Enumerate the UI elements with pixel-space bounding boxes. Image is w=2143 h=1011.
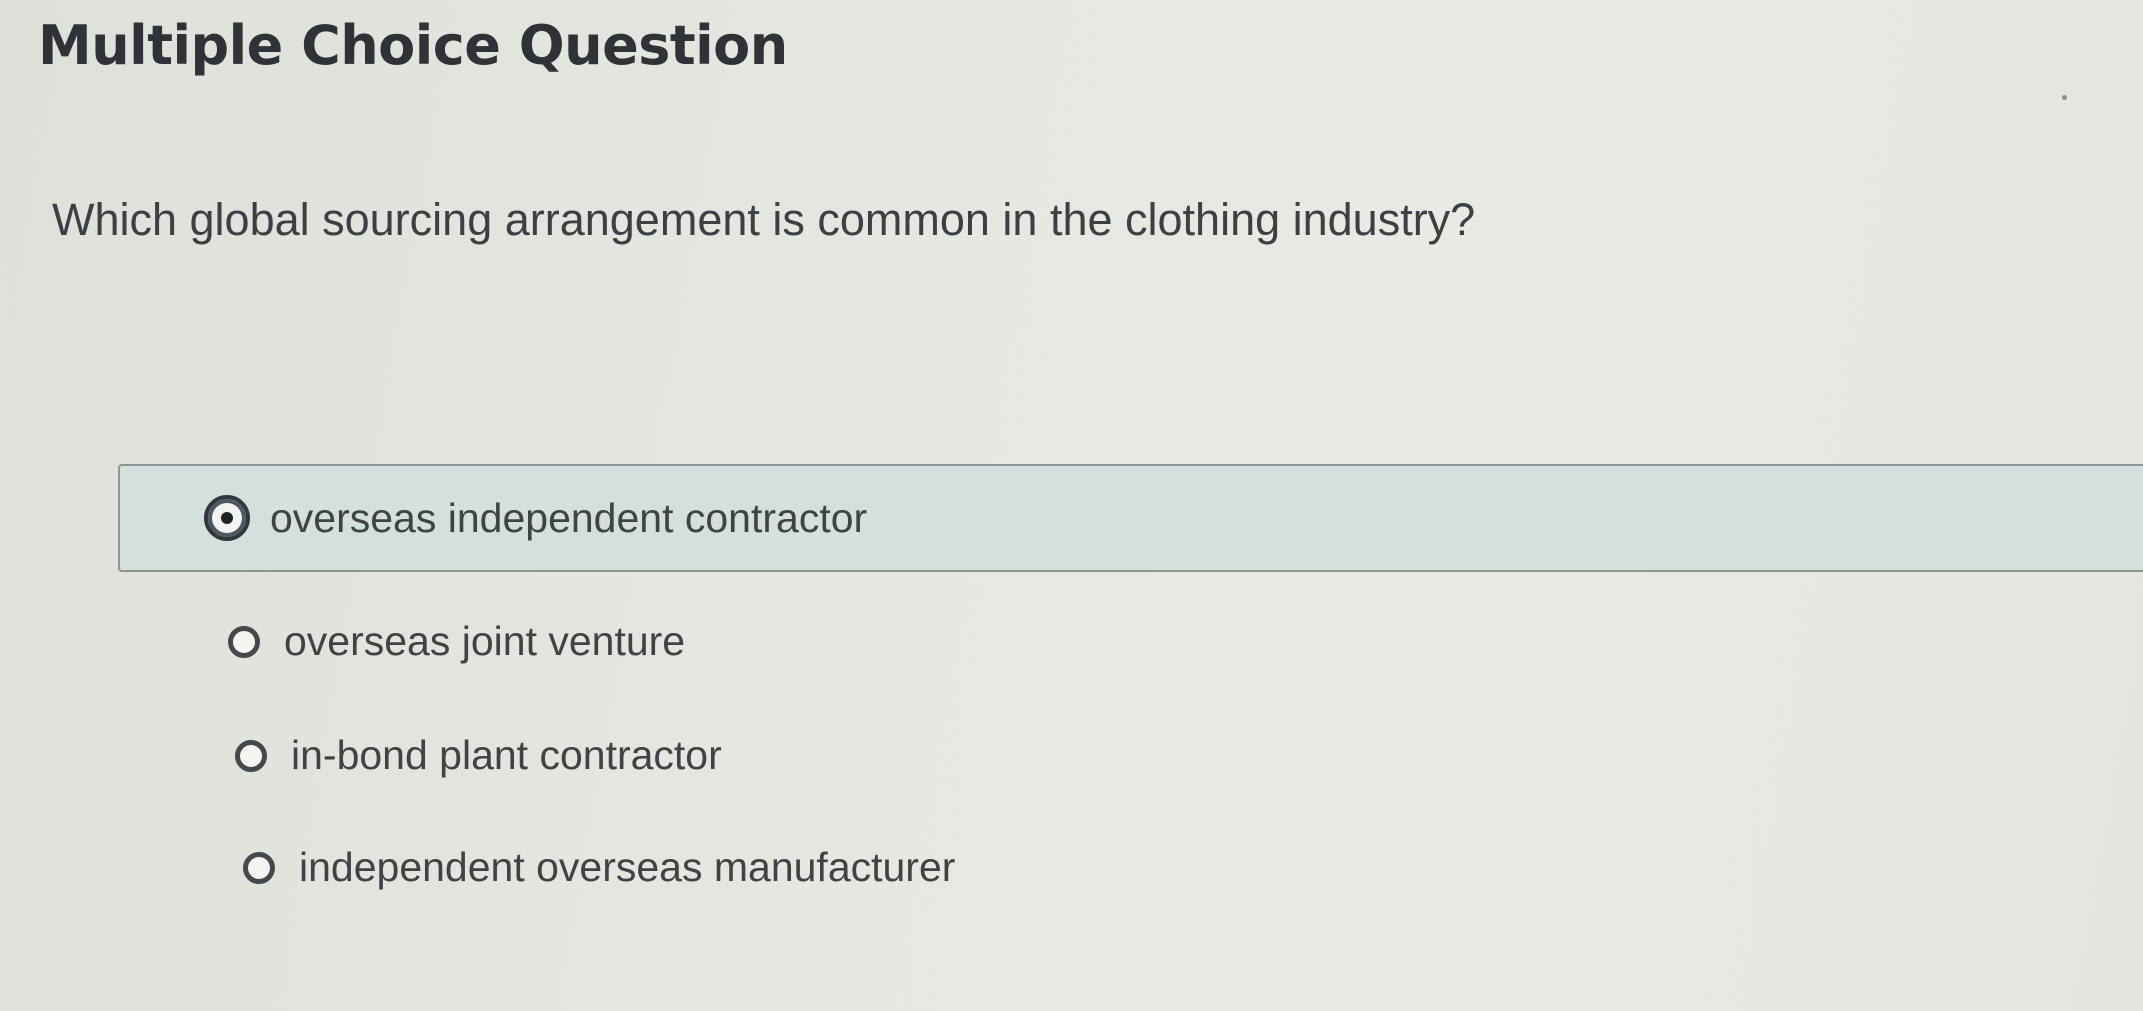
radio-selected-icon[interactable] — [204, 495, 250, 541]
radio-unselected-icon[interactable] — [228, 625, 260, 658]
screen-speck — [2062, 95, 2067, 100]
option-label: in-bond plant contractor — [291, 732, 722, 778]
option-label: overseas joint venture — [284, 618, 686, 664]
radio-unselected-icon[interactable] — [243, 851, 275, 884]
option-label: independent overseas manufacturer — [299, 844, 956, 890]
radio-unselected-icon[interactable] — [235, 739, 267, 772]
option-label: overseas independent contractor — [270, 494, 868, 541]
option-in-bond-plant-contractor[interactable]: in-bond plant contractor — [235, 732, 722, 779]
option-overseas-independent-contractor[interactable]: overseas independent contractor — [118, 464, 2143, 572]
answer-options: overseas independent contractor overseas… — [0, 0, 2143, 1011]
option-overseas-joint-venture[interactable]: overseas joint venture — [228, 618, 685, 665]
option-independent-overseas-manufacturer[interactable]: independent overseas manufacturer — [243, 844, 955, 891]
